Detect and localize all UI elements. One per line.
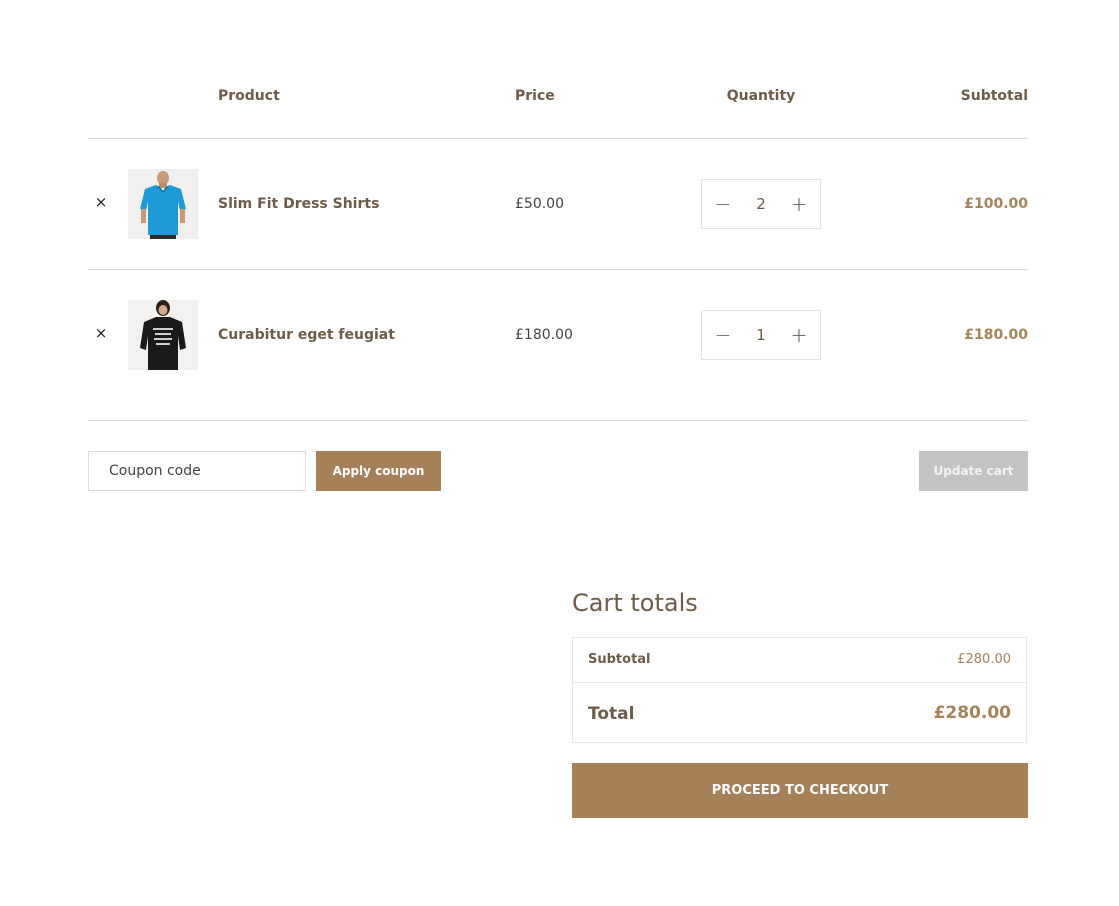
product-name-link[interactable]: Curabitur eget feugiat [218,327,395,343]
remove-item-icon[interactable]: × [94,195,108,210]
blue-polo-shirt-image [128,169,198,239]
minus-icon[interactable]: − [713,325,733,345]
cart-page: Product Price Quantity Subtotal × Slim F… [0,0,1119,906]
cart-totals-table: Subtotal £280.00 Total £280.00 [572,637,1027,743]
totals-total-value: £280.00 [933,703,1011,723]
column-header-subtotal: Subtotal [960,88,1028,104]
product-thumbnail-blue-polo-shirt[interactable] [128,169,198,239]
table-row: × Slim Fit Dress Shirts £50.00 − 2 + £10… [88,139,1028,270]
product-price: £50.00 [515,196,564,212]
minus-icon[interactable]: − [713,194,733,214]
product-thumbnail-black-sweatshirt[interactable] [128,300,198,370]
row-subtotal: £180.00 [964,327,1028,343]
update-cart-button[interactable]: Update cart [919,451,1028,491]
product-price: £180.00 [515,327,573,343]
plus-icon[interactable]: + [789,325,809,345]
table-row: × Curabitur eget feugiat £180.00 − 1 + £… [88,270,1028,401]
totals-subtotal-label: Subtotal [588,652,651,667]
proceed-to-checkout-button[interactable]: PROCEED TO CHECKOUT [572,763,1028,818]
quantity-stepper: − 2 + [701,179,821,229]
column-header-quantity: Quantity [726,88,796,104]
coupon-code-input[interactable] [88,451,306,491]
divider [88,420,1028,421]
remove-item-icon[interactable]: × [94,326,108,341]
column-header-price: Price [515,88,555,104]
totals-subtotal-value: £280.00 [957,652,1011,667]
quantity-stepper: − 1 + [701,310,821,360]
quantity-value[interactable]: 2 [756,195,766,213]
totals-subtotal-row: Subtotal £280.00 [573,638,1026,683]
apply-coupon-button[interactable]: Apply coupon [316,451,441,491]
totals-total-row: Total £280.00 [573,683,1026,743]
quantity-value[interactable]: 1 [756,326,766,344]
black-sweatshirt-image [128,300,198,370]
row-subtotal: £100.00 [964,196,1028,212]
totals-total-label: Total [588,704,635,724]
cart-totals-title: Cart totals [572,589,698,617]
product-name-link[interactable]: Slim Fit Dress Shirts [218,196,379,212]
column-header-product: Product [218,88,280,104]
plus-icon[interactable]: + [789,194,809,214]
